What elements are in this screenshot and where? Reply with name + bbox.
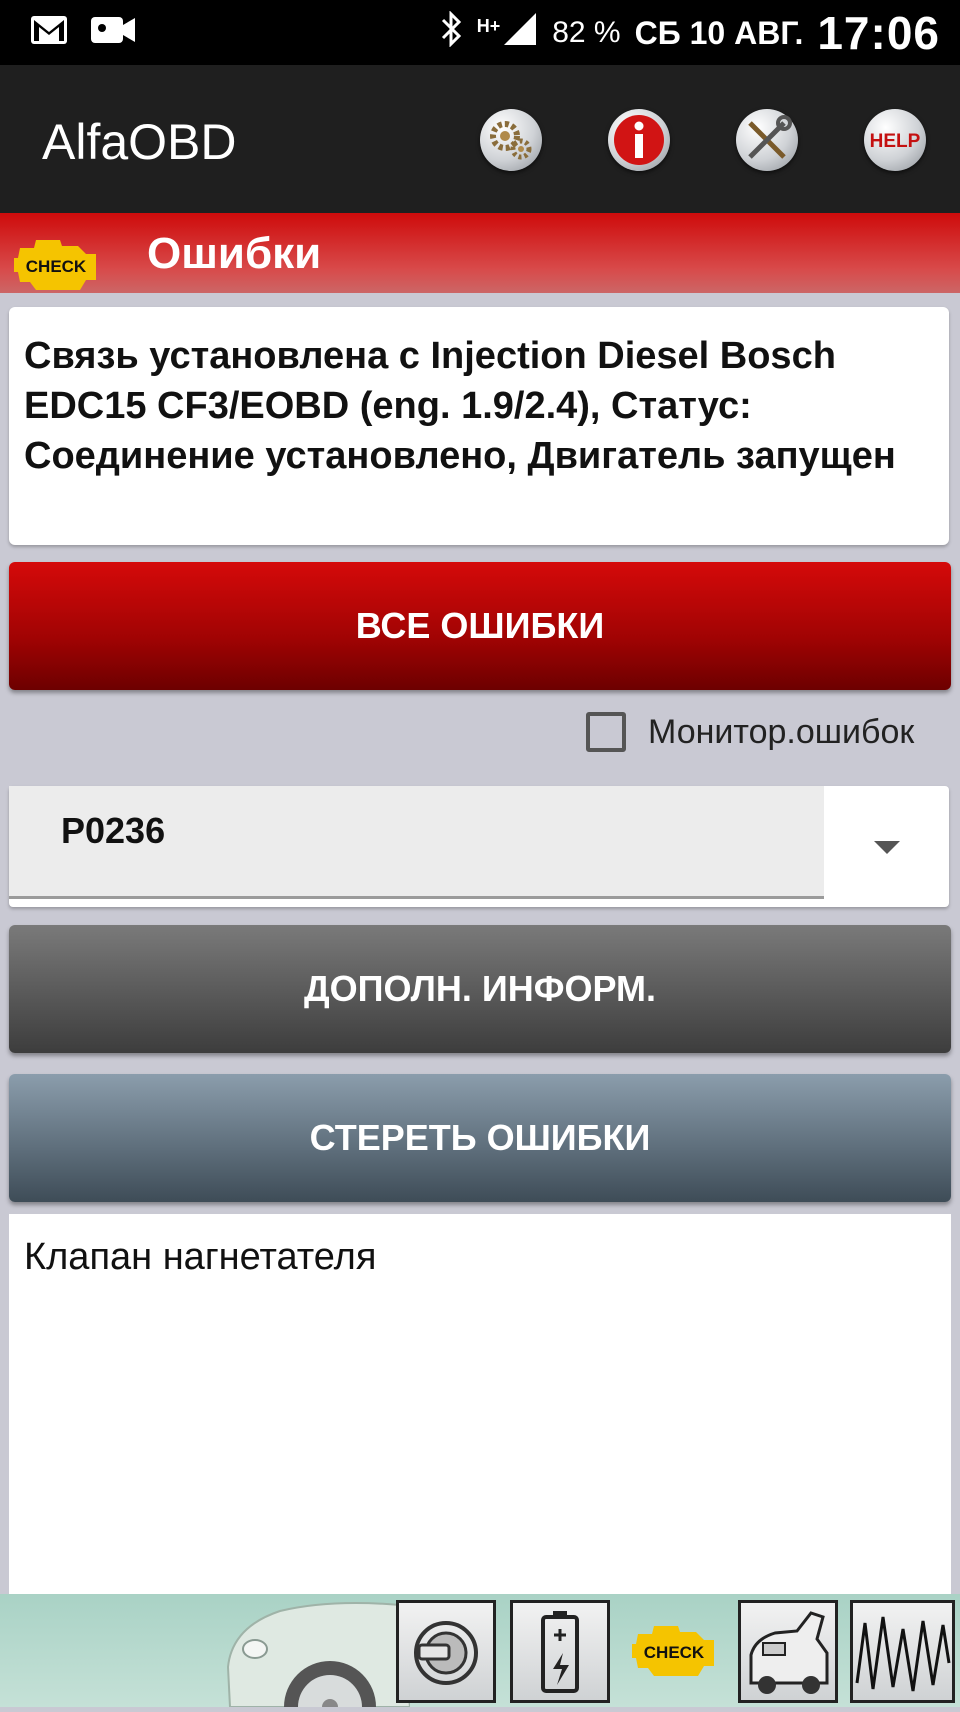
video-icon bbox=[90, 14, 136, 51]
section-header: Ошибки bbox=[0, 213, 960, 293]
error-code-value-box[interactable]: P0236 bbox=[9, 786, 824, 899]
gmail-icon bbox=[30, 15, 68, 50]
waveform-icon[interactable] bbox=[850, 1600, 955, 1703]
app-title: AlfaOBD bbox=[42, 114, 237, 170]
tools-icon[interactable] bbox=[736, 109, 798, 171]
error-description-panel: Клапан нагнетателя bbox=[9, 1214, 951, 1594]
dropdown-arrow-icon[interactable] bbox=[874, 841, 900, 854]
monitor-checkbox[interactable] bbox=[586, 712, 626, 752]
check-engine-nav-icon[interactable]: CHECK bbox=[632, 1618, 718, 1684]
battery-percent: 82 % bbox=[552, 16, 621, 49]
connection-status-text: Связь установлена с Injection Diesel Bos… bbox=[24, 335, 896, 477]
section-title: Ошибки bbox=[147, 229, 322, 278]
check-engine-icon: CHECK bbox=[14, 234, 100, 296]
monitor-errors-toggle[interactable]: Монитор.ошибок bbox=[586, 712, 914, 752]
bluetooth-icon bbox=[439, 9, 463, 56]
error-code-value: P0236 bbox=[61, 810, 166, 851]
signal-icon bbox=[502, 11, 538, 56]
status-bar: H+ 82 % СБ 10 АВГ. 17:06 bbox=[0, 0, 960, 65]
help-icon[interactable]: HELP bbox=[864, 109, 926, 171]
battery-icon[interactable] bbox=[510, 1600, 610, 1703]
svg-text:HELP: HELP bbox=[870, 131, 921, 152]
app-bar: AlfaOBD HELP bbox=[0, 65, 960, 213]
error-code-select[interactable]: P0236 bbox=[9, 786, 949, 907]
info-icon[interactable] bbox=[608, 109, 670, 171]
status-date: СБ 10 АВГ. bbox=[634, 14, 804, 51]
more-info-button[interactable]: ДОПОЛН. ИНФОРМ. bbox=[9, 925, 951, 1053]
settings-gears-icon[interactable] bbox=[480, 109, 542, 171]
error-description-text: Клапан нагнетателя bbox=[24, 1236, 377, 1278]
status-clock: 17:06 bbox=[817, 7, 940, 59]
clear-errors-button[interactable]: СТЕРЕТЬ ОШИБКИ bbox=[9, 1074, 951, 1202]
ignition-key-icon[interactable] bbox=[396, 1600, 496, 1703]
check-badge-label: CHECK bbox=[26, 257, 87, 276]
network-type: H+ bbox=[476, 15, 501, 36]
car-hood-open-icon[interactable] bbox=[738, 1600, 838, 1703]
check-nav-label: CHECK bbox=[644, 1643, 705, 1662]
connection-status-card: Связь установлена с Injection Diesel Bos… bbox=[9, 307, 949, 545]
monitor-label: Монитор.ошибок bbox=[648, 712, 915, 751]
car-image bbox=[220, 1597, 412, 1712]
all-errors-button[interactable]: ВСЕ ОШИБКИ bbox=[9, 562, 951, 690]
